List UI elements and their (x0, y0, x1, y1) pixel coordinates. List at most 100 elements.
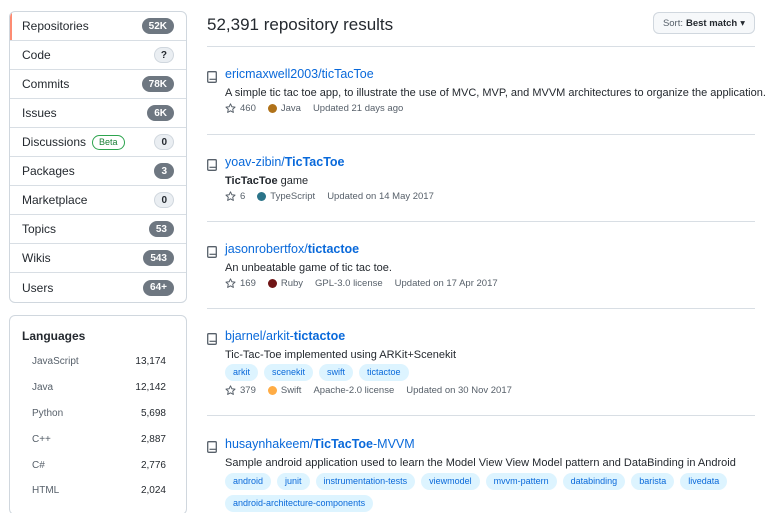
repo-result: yoav-zibin/TicTacToe TicTacToe game 6 Ty… (207, 155, 755, 222)
star-count: 169 (240, 278, 256, 289)
nav-item-counter: ? (153, 47, 174, 63)
repo-description: An unbeatable game of tic tac toe. (225, 262, 392, 274)
topic-tag[interactable]: barista (631, 473, 675, 490)
repo-description: TicTacToe game (225, 175, 308, 187)
repo-owner: ericmaxwell2003/ (225, 67, 322, 81)
topic-tag[interactable]: swift (319, 364, 354, 381)
language-filter-cpp[interactable]: C++ 2,887 (22, 426, 174, 452)
updated-time: Updated on 14 May 2017 (327, 191, 434, 202)
topic-tag[interactable]: viewmodel (421, 473, 480, 490)
repo-description: Tic-Tac-Toe implemented using ARKit+Scen… (225, 349, 456, 361)
nav-item-wikis[interactable]: Wikis 543 (10, 244, 186, 273)
repo-link[interactable]: husaynhakeem/TicTacToe-MVVM (225, 437, 415, 451)
nav-item-counter: 52K (141, 18, 174, 34)
divider (207, 46, 755, 47)
repo-link[interactable]: yoav-zibin/TicTacToe (225, 155, 345, 169)
repo-result: bjarnel/arkit-tictactoe Tic-Tac-Toe impl… (207, 329, 755, 416)
topic-tag[interactable]: databinding (562, 473, 626, 490)
topic-tag[interactable]: instrumentation-tests (315, 473, 416, 490)
language-name: HTML (32, 485, 60, 497)
stargazers-link[interactable]: 379 (225, 385, 256, 396)
repo-name-match: tictactoe (293, 329, 346, 343)
language-count: 5,698 (140, 407, 166, 419)
stargazers-link[interactable]: 169 (225, 278, 256, 289)
nav-item-counter: 78K (141, 76, 174, 92)
language-filter-csharp[interactable]: C# 2,776 (22, 452, 174, 478)
stargazers-link[interactable]: 6 (225, 191, 245, 202)
language-name: Swift (280, 385, 302, 396)
language-name: TypeScript (270, 191, 316, 202)
language-name: Ruby (280, 278, 304, 289)
desc-text: Tic-Tac-Toe implemented using ARKit+Scen… (225, 349, 456, 361)
topic-tag[interactable]: arkit (225, 364, 259, 381)
topic-tags: arkit scenekit swift tictactoe (225, 364, 755, 381)
nav-item-label-wrap: Discussions Beta (22, 134, 125, 150)
sort-value: Best match (686, 17, 738, 29)
nav-item-code[interactable]: Code ? (10, 41, 186, 70)
nav-item-users[interactable]: Users 64+ (10, 273, 186, 302)
nav-item-repositories[interactable]: Repositories 52K (10, 12, 186, 41)
repo-icon (207, 71, 217, 83)
nav-item-counter: 3 (154, 163, 174, 179)
repo-name-match: ticTacToe (321, 67, 374, 81)
repo-owner: bjarnel/arkit- (225, 329, 294, 343)
repo-link[interactable]: ericmaxwell2003/ticTacToe (225, 67, 374, 81)
repo-link[interactable]: bjarnel/arkit-tictactoe (225, 329, 345, 343)
language-name: Python (32, 407, 64, 419)
nav-item-discussions[interactable]: Discussions Beta 0 (10, 128, 186, 157)
nav-item-issues[interactable]: Issues 6K (10, 99, 186, 128)
languages-panel: Languages JavaScript 13,174 Java 12,142 … (9, 315, 187, 513)
nav-item-label: Discussions (22, 135, 87, 149)
repo-result: ericmaxwell2003/ticTacToe A simple tic t… (207, 67, 766, 135)
repo-icon (207, 246, 217, 258)
language-count: 2,024 (140, 485, 166, 497)
beta-badge: Beta (92, 134, 125, 150)
topic-tag[interactable]: livedata (680, 473, 728, 490)
sort-dropdown[interactable]: Sort: Best match ▾ (652, 12, 755, 34)
nav-item-label: Code (22, 48, 51, 62)
repo-link[interactable]: jasonrobertfox/tictactoe (225, 242, 359, 256)
repo-description: A simple tic tac toe app, to illustrate … (225, 87, 766, 99)
language-color-dot (267, 279, 277, 288)
desc-text: game (277, 175, 309, 187)
nav-item-counter: 0 (154, 192, 174, 208)
repo-meta: 169 Ruby GPL-3.0 license Updated on 17 A… (225, 278, 498, 289)
nav-item-label: Marketplace (22, 193, 88, 207)
nav-item-marketplace[interactable]: Marketplace 0 (10, 186, 186, 215)
repo-description: Sample android application used to learn… (225, 457, 736, 469)
search-type-menu: Repositories 52K Code ? Commits 78K Issu… (9, 11, 187, 303)
repo-meta: 379 Swift Apache-2.0 license Updated on … (225, 385, 512, 396)
updated-time: Updated 21 days ago (312, 103, 404, 114)
language-name: C# (32, 459, 45, 471)
stargazers-link[interactable]: 460 (225, 103, 256, 114)
topic-tag[interactable]: mvvm-pattern (485, 473, 557, 490)
updated-time: Updated on 30 Nov 2017 (406, 385, 512, 396)
repo-owner: jasonrobertfox/ (225, 242, 308, 256)
nav-item-label: Repositories (22, 19, 89, 33)
star-count: 460 (240, 103, 256, 114)
topic-tag[interactable]: android-architecture-components (225, 495, 374, 512)
license-label: GPL-3.0 license (315, 278, 383, 289)
topic-tag[interactable]: scenekit (264, 364, 314, 381)
nav-item-topics[interactable]: Topics 53 (10, 215, 186, 244)
caret-down-icon: ▾ (740, 17, 745, 29)
desc-text: An unbeatable game of tic tac toe. (225, 262, 392, 274)
desc-text: A simple tic tac toe app, to illustrate … (225, 87, 766, 99)
results-count-title: 52,391 repository results (207, 15, 394, 34)
language-filter-java[interactable]: Java 12,142 (22, 375, 174, 401)
topic-tag[interactable]: junit (277, 473, 310, 490)
nav-item-packages[interactable]: Packages 3 (10, 157, 186, 186)
language-filter-python[interactable]: Python 5,698 (22, 401, 174, 427)
topic-tag[interactable]: tictactoe (359, 364, 409, 381)
sort-prefix: Sort: (662, 17, 683, 29)
nav-item-commits[interactable]: Commits 78K (10, 70, 186, 99)
language-filter-html[interactable]: HTML 2,024 (22, 478, 174, 504)
language-count: 12,142 (135, 382, 166, 394)
language-count: 2,776 (140, 459, 166, 471)
repo-language: Swift (267, 385, 302, 396)
topic-tag[interactable]: android (225, 473, 272, 490)
repo-name-match: TicTacToe (284, 155, 345, 169)
language-name: JavaScript (32, 356, 79, 368)
language-name: Java (280, 103, 301, 114)
language-filter-javascript[interactable]: JavaScript 13,174 (22, 349, 174, 375)
